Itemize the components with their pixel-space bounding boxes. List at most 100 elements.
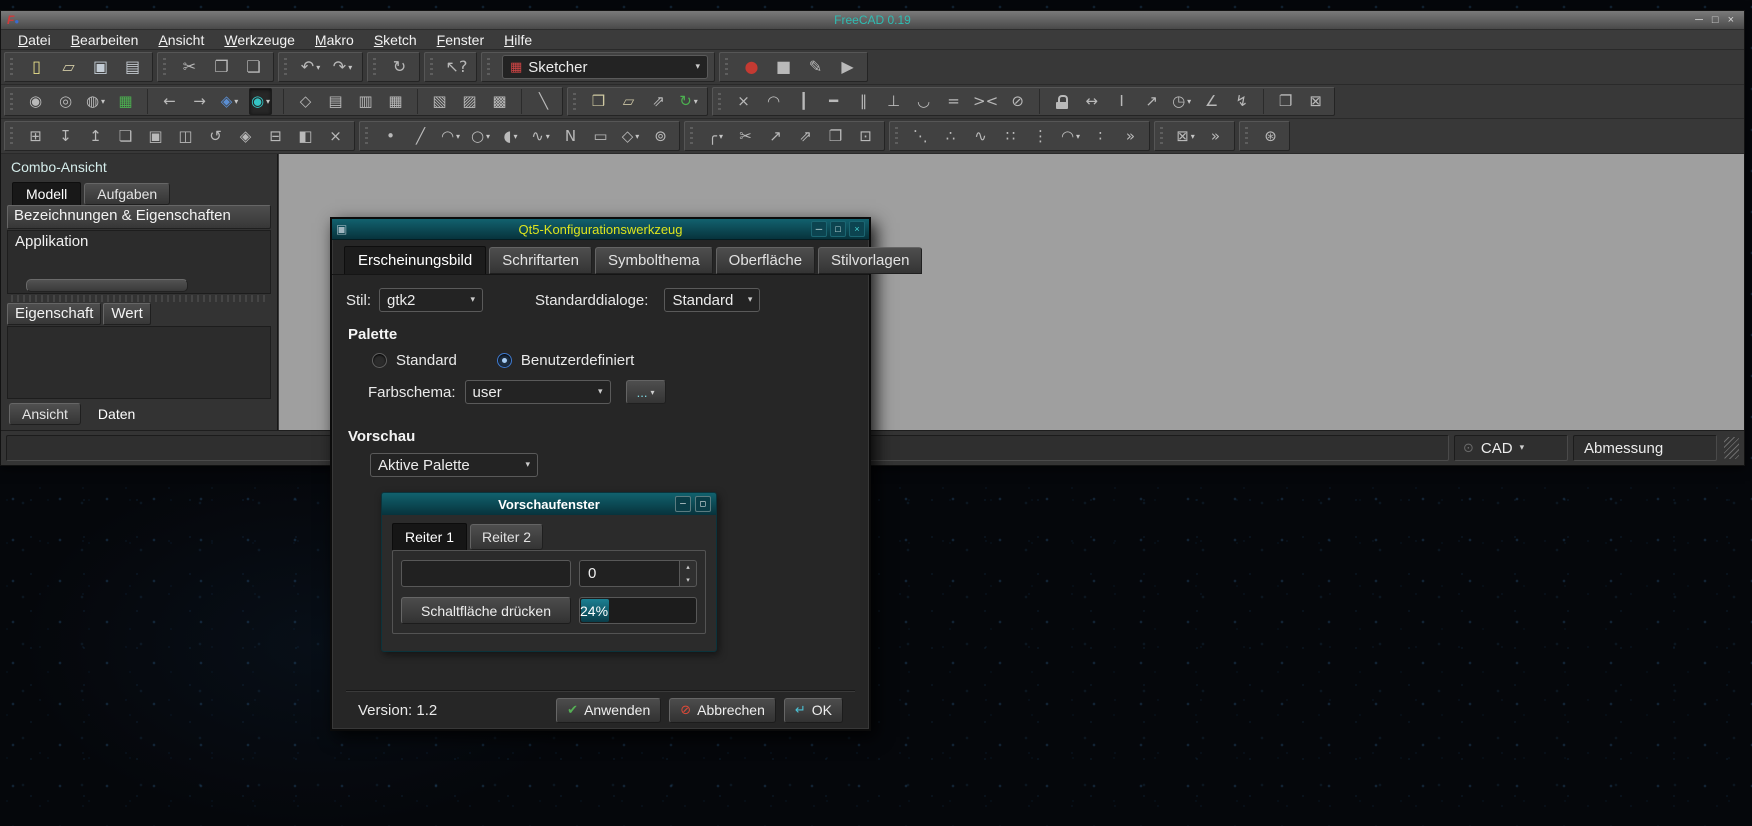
navigation-style-selector[interactable]: ⊙ CAD ▾ (1454, 435, 1568, 461)
menu-datei[interactable]: Datei (9, 31, 60, 49)
tab-erscheinungsbild[interactable]: Erscheinungsbild (344, 246, 486, 274)
toggle-active-constraint-icon[interactable]: ⊠ ▾ (1305, 89, 1326, 114)
cut-icon[interactable]: ✂ ▾ (178, 55, 201, 80)
make-link-icon[interactable]: ⇗ ▾ (648, 89, 669, 114)
box-selection-icon[interactable]: ▦ ▾ (115, 89, 136, 114)
convert-to-bspline-icon[interactable]: ◠ ▾ (1060, 124, 1081, 149)
nav-back-icon[interactable]: ← ▾ (147, 89, 180, 114)
constraint-horizontal-icon[interactable]: ━ ▾ (823, 89, 844, 114)
dialog-maximize-button[interactable]: □ (830, 221, 846, 237)
validate-sketch-icon[interactable]: ◈ ▾ (235, 124, 256, 149)
reorient-sketch-icon[interactable]: ↺ ▾ (205, 124, 226, 149)
toolbar-overflow-icon[interactable]: » ▾ (1120, 124, 1141, 149)
bspline-control-weight-icon[interactable]: ⋮ ▾ (1030, 124, 1051, 149)
leave-sketch-icon[interactable]: ↧ ▾ (55, 124, 76, 149)
constraint-vertical-distance-icon[interactable]: I ▾ (1111, 89, 1132, 114)
new-document-icon[interactable]: ▯ ▾ (25, 55, 48, 80)
ok-button[interactable]: ↵ OK (784, 698, 843, 723)
rear-view-icon[interactable]: ▧ ▾ (417, 89, 450, 114)
macro-stop-icon[interactable]: ■ ▾ (772, 55, 795, 80)
constraint-angle-icon[interactable]: ∠ ▾ (1201, 89, 1222, 114)
preview-maximize-button[interactable]: ◻ (695, 496, 711, 512)
fillet-icon[interactable]: ╭ ▾ (705, 124, 726, 149)
dialog-title-bar[interactable]: ▣ Qt5-Konfigurationswerkzeug ─□× (332, 219, 869, 240)
carbon-copy-icon[interactable]: ❐ ▾ (825, 124, 846, 149)
active-palette-select[interactable]: Aktive Palette ▾ (370, 453, 538, 477)
constraint-horizontal-distance-icon[interactable]: ↔ ▾ (1081, 89, 1102, 114)
whats-this-icon[interactable]: ↖? ▾ (445, 55, 468, 80)
preview-push-button[interactable]: Schaltfläche drücken (401, 597, 571, 624)
panel-splitter[interactable] (11, 295, 267, 302)
sketcher-tools-icon[interactable]: ⊛ ▾ (1260, 124, 1281, 149)
palette-custom-label[interactable]: Benutzerdefiniert (521, 352, 634, 369)
tab-reiter-1[interactable]: Reiter 1 (392, 523, 467, 550)
external-geometry-icon[interactable]: ⇗ ▾ (795, 124, 816, 149)
spin-up-icon[interactable]: ▴ (680, 561, 696, 574)
tree-horizontal-scrollbar[interactable] (11, 279, 267, 291)
create-arc-icon[interactable]: ◠ ▾ (440, 124, 461, 149)
refresh-icon[interactable]: ↻ ▾ (388, 55, 411, 80)
style-select[interactable]: gtk2 ▾ (379, 288, 483, 312)
left-view-icon[interactable]: ▩ ▾ (489, 89, 510, 114)
create-polygon-icon[interactable]: ◇ ▾ (620, 124, 641, 149)
bspline-control-polygon-icon[interactable]: ∴ ▾ (940, 124, 961, 149)
preview-spinbox-value[interactable]: 0 (579, 560, 679, 587)
standard-dialogs-select[interactable]: Standard ▾ (664, 288, 760, 312)
window-close-button[interactable]: × (1728, 15, 1734, 26)
nav-forward-icon[interactable]: → ▾ (189, 89, 210, 114)
right-view-icon[interactable]: ▦ ▾ (385, 89, 406, 114)
window-maximize-button[interactable]: □ (1712, 15, 1719, 26)
axonometric-view-icon[interactable]: ◇ ▾ (283, 89, 316, 114)
constraint-coincident-icon[interactable]: × ▾ (733, 89, 754, 114)
bspline-insert-knot-icon[interactable]: ∶ ▾ (1090, 124, 1111, 149)
macro-play-icon[interactable]: ▶ ▾ (836, 55, 859, 80)
constraint-symmetric-icon[interactable]: >< ▾ (973, 89, 998, 114)
top-view-icon[interactable]: ▥ ▾ (355, 89, 376, 114)
palette-standard-label[interactable]: Standard (396, 352, 457, 369)
constraint-vertical-icon[interactable]: ┃ ▾ (793, 89, 814, 114)
front-view-icon[interactable]: ▤ ▾ (325, 89, 346, 114)
menu-werkzeuge[interactable]: Werkzeuge (215, 31, 304, 49)
tab-modell[interactable]: Modell (12, 182, 81, 205)
column-eigenschaft[interactable]: Eigenschaft (7, 303, 101, 325)
fit-all-icon[interactable]: ◉ ▾ (25, 89, 46, 114)
isometric-view-icon[interactable]: ◈ ▾ (219, 89, 240, 114)
create-part-icon[interactable]: ❒ ▾ (588, 89, 609, 114)
macro-edit-icon[interactable]: ✎ ▾ (804, 55, 827, 80)
create-conic-icon[interactable]: ◖ ▾ (500, 124, 521, 149)
tab-oberflaeche[interactable]: Oberfläche (716, 247, 815, 274)
create-line-icon[interactable]: ╱ ▾ (410, 124, 431, 149)
draw-style-icon[interactable]: ◍ ▾ (85, 89, 106, 114)
workbench-selector[interactable]: ▦ Sketcher ▾ (502, 55, 708, 79)
dialog-minimize-button[interactable]: ─ (811, 221, 827, 237)
create-circle-icon[interactable]: ○ ▾ (470, 124, 491, 149)
measure-distance-icon[interactable]: ╲ ▾ (521, 89, 554, 114)
create-group-icon[interactable]: ▱ ▾ (618, 89, 639, 114)
colorscheme-more-button[interactable]: ... ▾ (626, 380, 666, 404)
construction-mode-icon[interactable]: ⊡ ▾ (855, 124, 876, 149)
tab-daten[interactable]: Daten (85, 403, 148, 425)
redo-icon[interactable]: ↷ ▾ (331, 55, 354, 80)
constraint-parallel-icon[interactable]: ∥ ▾ (853, 89, 874, 114)
create-point-icon[interactable]: • ▾ (380, 124, 401, 149)
cancel-button[interactable]: ⊘ Abbrechen (669, 698, 776, 723)
mirror-sketch-icon[interactable]: ◧ ▾ (295, 124, 316, 149)
menu-sketch[interactable]: Sketch (365, 31, 426, 49)
create-slot-icon[interactable]: ⊚ ▾ (650, 124, 671, 149)
toolbar-overflow-icon[interactable]: » ▾ (1205, 124, 1226, 149)
stop-operation-icon[interactable]: × ▾ (325, 124, 346, 149)
menu-makro[interactable]: Makro (306, 31, 363, 49)
map-sketch-icon[interactable]: ↥ ▾ (85, 124, 106, 149)
bspline-curvature-comb-icon[interactable]: ∿ ▾ (970, 124, 991, 149)
title-bar[interactable]: F● FreeCAD 0.19 ─□× (1, 11, 1744, 30)
apply-button[interactable]: ✔ Anwenden (556, 698, 661, 723)
dialog-close-button[interactable]: × (849, 221, 865, 237)
constraint-block-icon[interactable]: ⊘ ▾ (1007, 89, 1028, 114)
open-document-icon[interactable]: ▱ ▾ (57, 55, 80, 80)
constraint-distance-icon[interactable]: ↗ ▾ (1141, 89, 1162, 114)
tab-stilvorlagen[interactable]: Stilvorlagen (818, 247, 922, 274)
undo-icon[interactable]: ↶ ▾ (299, 55, 322, 80)
tab-schriftarten[interactable]: Schriftarten (489, 247, 592, 274)
bspline-knot-multiplicity-icon[interactable]: ∷ ▾ (1000, 124, 1021, 149)
toggle-driving-constraint-icon[interactable]: ❐ ▾ (1263, 89, 1296, 114)
